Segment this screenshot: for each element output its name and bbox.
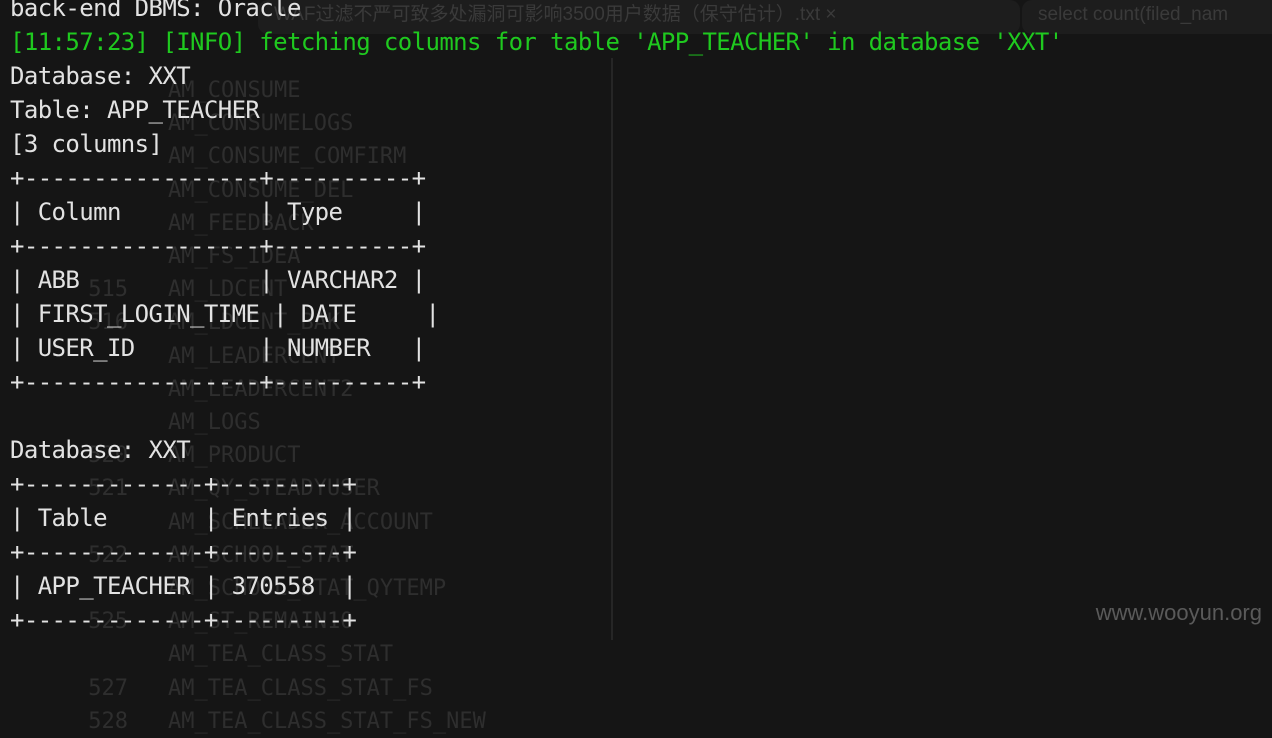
table-row: | USER_ID | NUMBER |: [10, 334, 426, 362]
terminal-line: Table: APP_TEACHER: [10, 96, 260, 124]
background-row-number: 527: [88, 675, 128, 701]
watermark: www.wooyun.org: [1095, 600, 1262, 625]
table-row: | ABB | VARCHAR2 |: [10, 266, 426, 294]
table-row: | APP_TEACHER | 370558 |: [10, 572, 357, 600]
table-header-row: | Column | Type |: [10, 198, 426, 226]
background-list-item: 528 AM_TEA_CLASS_STAT_FS_NEW: [58, 705, 486, 738]
terminal-line: back-end DBMS: Oracle: [10, 0, 301, 22]
table-border-line: +-------------+---------+: [10, 538, 357, 566]
background-list-item: AM_TEA_CLASS_STAT: [58, 638, 486, 671]
terminal-output: back-end DBMS: Oracle [11:57:23] [INFO] f…: [10, 0, 1063, 637]
background-row-name: AM_TEA_CLASS_STAT: [168, 642, 394, 668]
background-row-number: 528: [88, 708, 128, 734]
background-row-number: [58, 638, 128, 671]
table-header-row: | Table | Entries |: [10, 504, 357, 532]
terminal-line: [3 columns]: [10, 130, 163, 158]
table-border-line: +-----------------+----------+: [10, 368, 426, 396]
table-row: | FIRST_LOGIN_TIME | DATE |: [10, 300, 440, 328]
background-row-name: AM_TEA_CLASS_STAT_FS: [168, 675, 433, 701]
table-border-line: +-------------+---------+: [10, 606, 357, 634]
terminal-line: Database: XXT: [10, 436, 191, 464]
background-list-item: 527 AM_TEA_CLASS_STAT_FS: [58, 672, 486, 705]
table-border-line: +-----------------+----------+: [10, 164, 426, 192]
table-border-line: +-----------------+----------+: [10, 232, 426, 260]
table-border-line: +-------------+---------+: [10, 470, 357, 498]
info-log-line: [11:57:23] [INFO] fetching columns for t…: [10, 28, 1063, 56]
background-row-name: AM_TEA_CLASS_STAT_FS_NEW: [168, 708, 486, 734]
terminal-line: Database: XXT: [10, 62, 191, 90]
